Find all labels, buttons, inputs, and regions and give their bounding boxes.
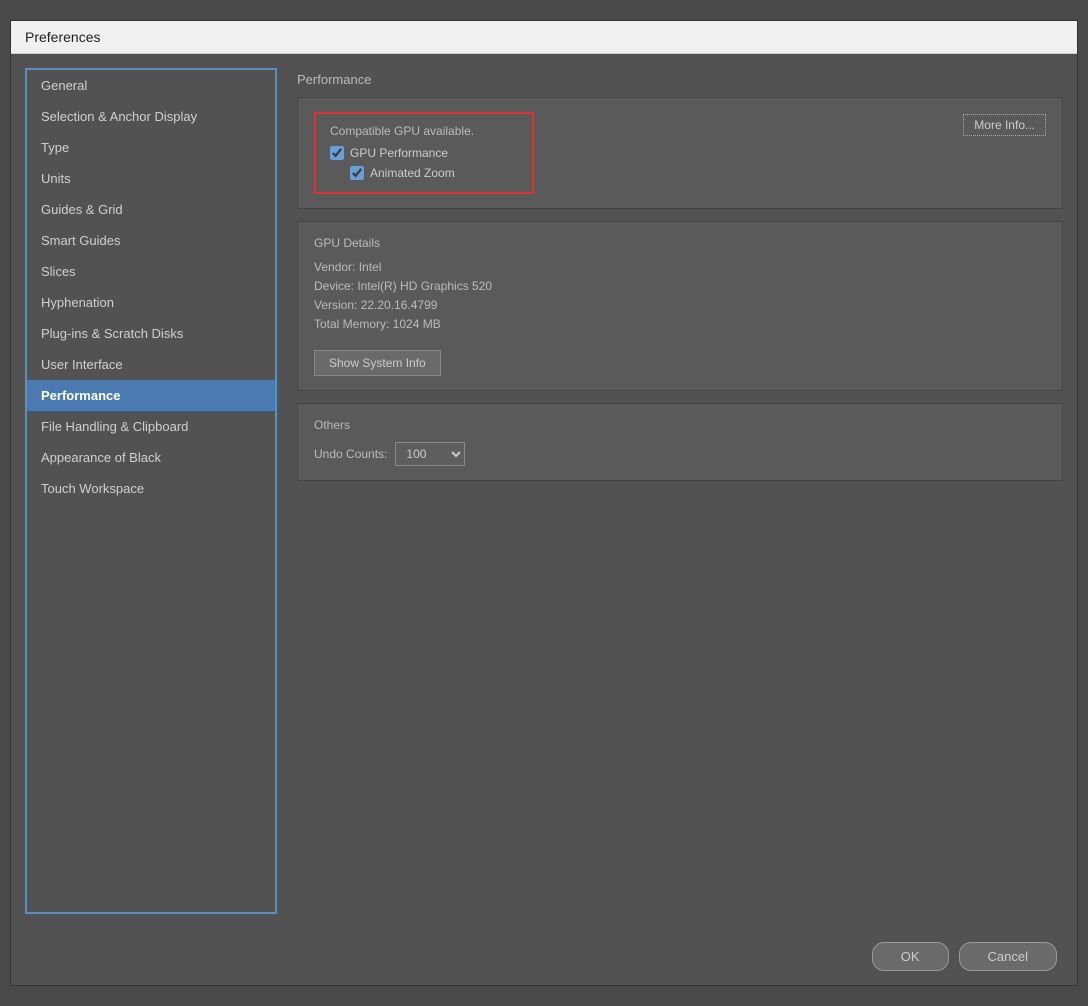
sidebar-item-selection-anchor-display[interactable]: Selection & Anchor Display [27,101,275,132]
more-info-button[interactable]: More Info... [963,114,1046,136]
sidebar-item-units[interactable]: Units [27,163,275,194]
animated-zoom-label: Animated Zoom [370,166,455,180]
cancel-button[interactable]: Cancel [959,942,1057,971]
gpu-performance-checkbox-row: GPU Performance [330,146,518,160]
undo-counts-label: Undo Counts: [314,447,387,461]
gpu-performance-section: Compatible GPU available. GPU Performanc… [297,97,1063,209]
footer: OK Cancel [11,928,1077,985]
section-title: Performance [297,72,1063,87]
sidebar-item-touch-workspace[interactable]: Touch Workspace [27,473,275,504]
undo-counts-select[interactable]: 100 10 20 50 200 [395,442,465,466]
others-title: Others [314,418,1046,432]
compatible-gpu-text: Compatible GPU available. [330,124,518,138]
sidebar: GeneralSelection & Anchor DisplayTypeUni… [25,68,277,914]
sidebar-item-type[interactable]: Type [27,132,275,163]
ok-button[interactable]: OK [872,942,949,971]
animated-zoom-checkbox[interactable] [350,166,364,180]
sidebar-item-slices[interactable]: Slices [27,256,275,287]
gpu-performance-label: GPU Performance [350,146,448,160]
title-bar: Preferences [11,21,1077,54]
gpu-vendor: Vendor: Intel [314,260,1046,274]
gpu-details-title: GPU Details [314,236,1046,250]
undo-row: Undo Counts: 100 10 20 50 200 [314,442,1046,466]
preferences-dialog: Preferences GeneralSelection & Anchor Di… [10,20,1078,986]
gpu-device: Device: Intel(R) HD Graphics 520 [314,279,1046,293]
sidebar-item-hyphenation[interactable]: Hyphenation [27,287,275,318]
gpu-performance-checkbox[interactable] [330,146,344,160]
others-section: Others Undo Counts: 100 10 20 50 200 [297,403,1063,481]
show-system-info-button[interactable]: Show System Info [314,350,441,376]
gpu-perf-row: Compatible GPU available. GPU Performanc… [314,112,1046,194]
content-area: GeneralSelection & Anchor DisplayTypeUni… [11,54,1077,928]
sidebar-item-performance[interactable]: Performance [27,380,275,411]
gpu-version: Version: 22.20.16.4799 [314,298,1046,312]
more-info-area: More Info... [963,112,1046,136]
sidebar-item-guides-grid[interactable]: Guides & Grid [27,194,275,225]
gpu-memory: Total Memory: 1024 MB [314,317,1046,331]
gpu-details-section: GPU Details Vendor: Intel Device: Intel(… [297,221,1063,391]
sidebar-item-general[interactable]: General [27,70,275,101]
dialog-title: Preferences [25,29,100,45]
sidebar-item-plug-ins-scratch-disks[interactable]: Plug-ins & Scratch Disks [27,318,275,349]
gpu-highlight-box: Compatible GPU available. GPU Performanc… [314,112,534,194]
sidebar-item-appearance-of-black[interactable]: Appearance of Black [27,442,275,473]
sidebar-item-file-handling-clipboard[interactable]: File Handling & Clipboard [27,411,275,442]
sidebar-item-smart-guides[interactable]: Smart Guides [27,225,275,256]
animated-zoom-checkbox-row: Animated Zoom [350,166,518,180]
sidebar-item-user-interface[interactable]: User Interface [27,349,275,380]
main-panel: Performance Compatible GPU available. GP… [277,54,1077,928]
